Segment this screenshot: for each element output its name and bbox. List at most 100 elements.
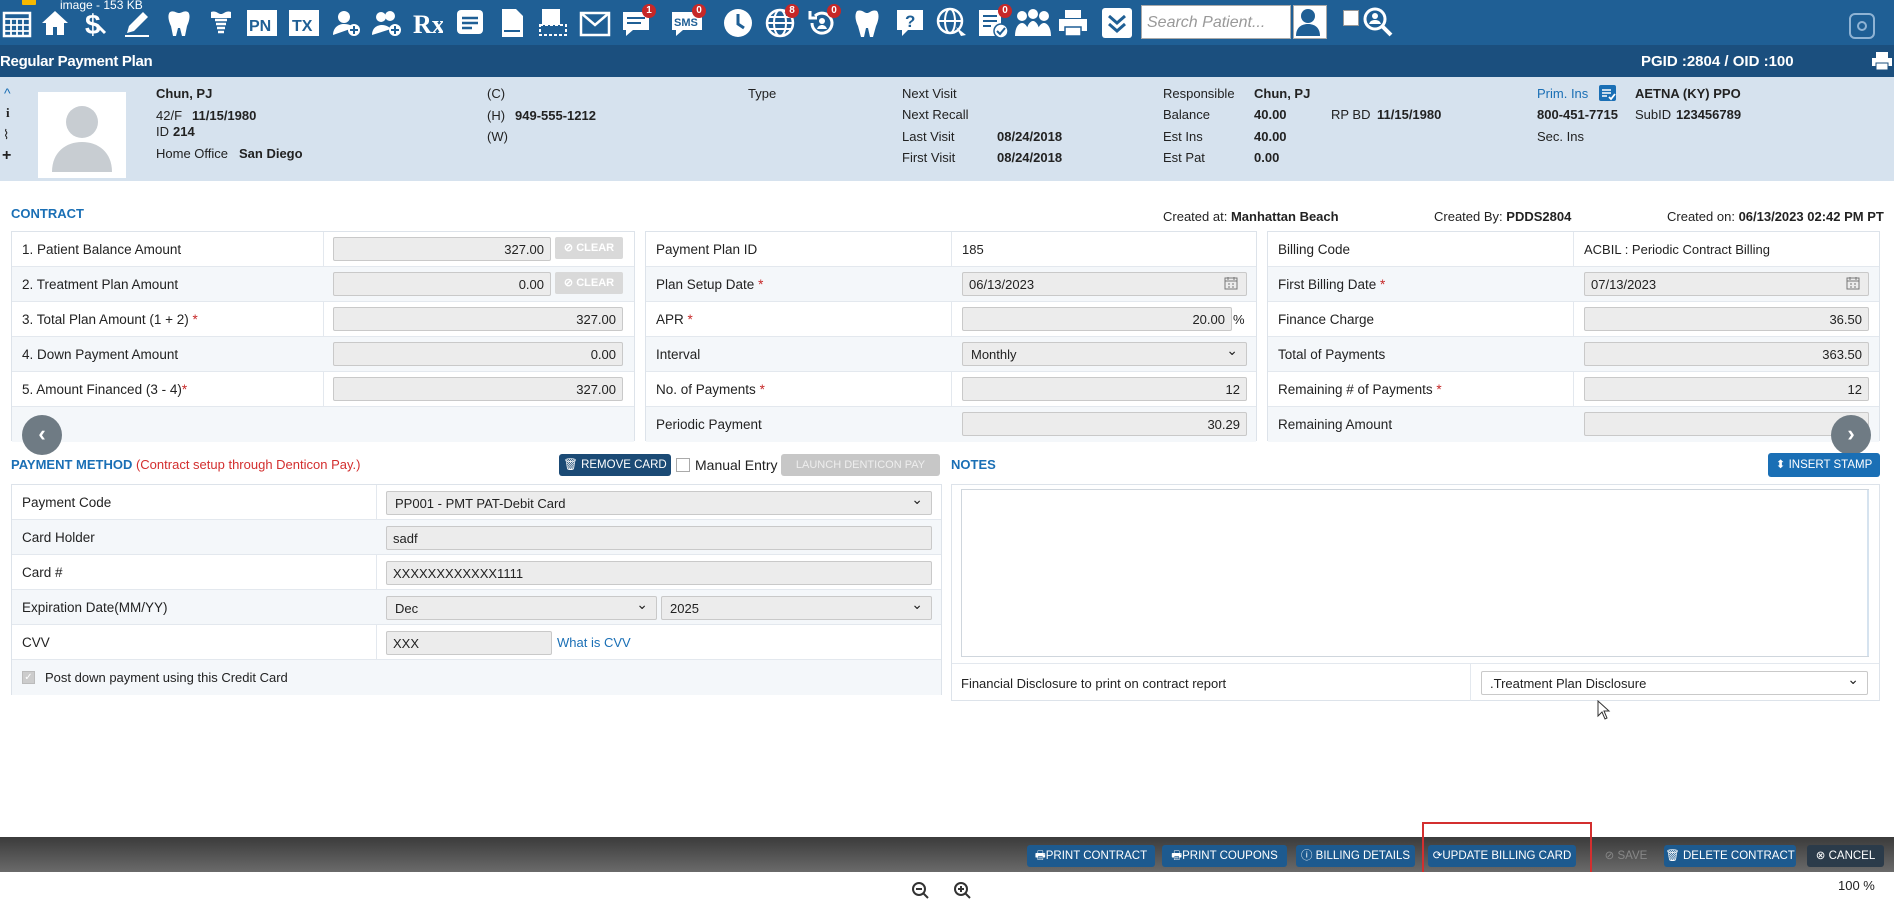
- patient-search-icon[interactable]: [1293, 5, 1327, 39]
- pencil-icon[interactable]: [120, 6, 154, 40]
- interval-select[interactable]: Monthly: [962, 342, 1247, 366]
- notes-scrollbar[interactable]: [1867, 490, 1869, 656]
- total-plan-input[interactable]: 327.00: [333, 307, 623, 331]
- home-icon[interactable]: [38, 6, 72, 40]
- patient-name[interactable]: Chun, PJ: [156, 86, 212, 101]
- implant-icon[interactable]: [204, 6, 238, 40]
- group-search-icon[interactable]: [1362, 6, 1396, 40]
- manual-entry-checkbox[interactable]: [676, 458, 690, 472]
- treatment-plan-input[interactable]: 0.00: [333, 272, 551, 296]
- pgid-label: PGID :2804 / OID :100: [1641, 53, 1794, 70]
- launch-denticon-pay-button[interactable]: LAUNCH DENTICON PAY: [781, 454, 940, 476]
- first-billing-date-input[interactable]: 07/13/2023: [1584, 272, 1869, 296]
- clock-icon[interactable]: [721, 6, 755, 40]
- apr-label: APR *: [656, 312, 693, 327]
- calendar-picker-icon[interactable]: [1846, 276, 1860, 290]
- billing-code-row: Billing Code ACBIL : Periodic Contract B…: [1268, 232, 1879, 267]
- remove-card-button[interactable]: 🗑 REMOVE CARD: [559, 454, 671, 476]
- print-contract-button[interactable]: 🖶PRINT CONTRACT: [1027, 845, 1155, 867]
- print-coupons-button[interactable]: 🖶PRINT COUPONS: [1162, 845, 1287, 867]
- home-phone: 949-555-1212: [515, 108, 596, 123]
- created-on-label: Created on:: [1667, 209, 1735, 224]
- globe-icon[interactable]: 8: [763, 4, 799, 40]
- save-button[interactable]: ⊘ SAVE: [1596, 845, 1656, 867]
- payment-code-select[interactable]: PP001 - PMT PAT-Debit Card: [386, 491, 932, 515]
- print-icon[interactable]: [1056, 6, 1090, 40]
- clear-patient-balance-button[interactable]: ⊘ CLEAR: [555, 237, 623, 259]
- total-payments-input[interactable]: 363.50: [1584, 342, 1869, 366]
- print-page-icon[interactable]: [1871, 51, 1893, 71]
- mail-icon[interactable]: [578, 6, 612, 40]
- billing-details-button[interactable]: ⓘ BILLING DETAILS: [1296, 845, 1415, 867]
- cvv-input[interactable]: XXX: [386, 631, 552, 655]
- expiration-month-select[interactable]: Dec: [386, 596, 657, 620]
- previous-page-button[interactable]: ‹: [22, 415, 62, 455]
- screenshot-icon[interactable]: [1849, 13, 1875, 39]
- clear-treatment-plan-button[interactable]: ⊘ CLEAR: [555, 272, 623, 294]
- disclosure-select[interactable]: .Treatment Plan Disclosure: [1481, 671, 1868, 695]
- info-icon[interactable]: i: [6, 105, 10, 121]
- cell-phone-label: (C): [487, 86, 506, 101]
- web-icon[interactable]: [935, 6, 969, 40]
- periodic-payment-input[interactable]: 30.29: [962, 412, 1247, 436]
- expand-icon[interactable]: [1100, 6, 1134, 40]
- insert-stamp-button[interactable]: ⬍ INSERT STAMP: [1768, 453, 1880, 477]
- amount-financed-input[interactable]: 327.00: [333, 377, 623, 401]
- down-payment-input[interactable]: 0.00: [333, 342, 623, 366]
- dollar-icon[interactable]: $: [78, 6, 112, 40]
- add-family-icon[interactable]: [370, 6, 404, 40]
- recall-icon[interactable]: 0: [805, 4, 841, 40]
- advanced-search-checkbox[interactable]: [1343, 10, 1359, 26]
- what-is-cvv-link[interactable]: What is CVV: [557, 635, 631, 650]
- apr-row: APR * 20.00 %: [646, 302, 1256, 337]
- add-patient-icon[interactable]: [330, 6, 364, 40]
- cvv-label: CVV: [22, 635, 50, 650]
- expiration-year-select[interactable]: 2025: [661, 596, 932, 620]
- cancel-button[interactable]: ⊗ CANCEL: [1807, 845, 1884, 867]
- created-on: Created on: 06/13/2023 02:42 PM PT: [1667, 209, 1884, 224]
- delete-contract-button[interactable]: 🗑 DELETE CONTRACT: [1664, 845, 1796, 867]
- calendar-icon[interactable]: [0, 6, 34, 40]
- group-icon[interactable]: [1013, 6, 1053, 40]
- notes-textarea[interactable]: [961, 489, 1869, 657]
- tx-icon[interactable]: TX: [287, 6, 321, 40]
- finance-charge-input[interactable]: 36.50: [1584, 307, 1869, 331]
- message-icon[interactable]: 1: [620, 4, 656, 40]
- number-of-payments-input[interactable]: 12: [962, 377, 1247, 401]
- patient-balance-input[interactable]: 327.00: [333, 237, 551, 261]
- created-by: Created By: PDDS2804: [1434, 209, 1571, 224]
- search-patient-input[interactable]: Search Patient...: [1141, 5, 1291, 39]
- insurance-verify-icon[interactable]: [1599, 85, 1616, 101]
- zoom-in-icon[interactable]: [953, 881, 971, 899]
- sms-icon[interactable]: SMS 0: [670, 4, 706, 40]
- pn-icon[interactable]: PN: [245, 6, 279, 40]
- next-page-button[interactable]: ›: [1831, 415, 1871, 455]
- apr-input[interactable]: 20.00: [962, 307, 1232, 331]
- avatar[interactable]: [38, 92, 126, 178]
- card-number-input[interactable]: XXXXXXXXXXXX1111: [386, 561, 932, 585]
- tooth2-icon[interactable]: [850, 6, 884, 40]
- plan-details-panel: Payment Plan ID 185 Plan Setup Date * 06…: [645, 231, 1257, 442]
- attachment-icon[interactable]: ⌇: [3, 127, 9, 143]
- prim-ins-label[interactable]: Prim. Ins: [1537, 86, 1588, 101]
- plan-setup-date-input[interactable]: 06/13/2023: [962, 272, 1247, 296]
- tooth-icon[interactable]: [162, 6, 196, 40]
- card-number-row: Card # XXXXXXXXXXXX1111: [12, 555, 941, 590]
- zoom-out-icon[interactable]: [911, 881, 929, 899]
- tasks-icon[interactable]: 0: [976, 4, 1012, 40]
- next-recall-label: Next Recall: [902, 107, 969, 122]
- calendar-picker-icon[interactable]: [1224, 276, 1238, 290]
- card-holder-input[interactable]: sadf: [386, 526, 932, 550]
- remaining-amount-input[interactable]: 3: [1584, 412, 1869, 436]
- scan-icon[interactable]: [536, 6, 570, 40]
- document-icon[interactable]: [495, 6, 529, 40]
- help-icon[interactable]: ?: [893, 6, 927, 40]
- post-down-payment-checkbox[interactable]: ✓: [22, 671, 35, 684]
- svg-text:PN: PN: [249, 18, 271, 35]
- notes-icon[interactable]: [453, 6, 487, 40]
- collapse-icon[interactable]: ^: [4, 85, 11, 101]
- rx-icon[interactable]: Rx: [410, 6, 444, 40]
- remaining-payments-input[interactable]: 12: [1584, 377, 1869, 401]
- periodic-payment-row: Periodic Payment 30.29: [646, 407, 1256, 442]
- add-icon[interactable]: +: [2, 147, 11, 165]
